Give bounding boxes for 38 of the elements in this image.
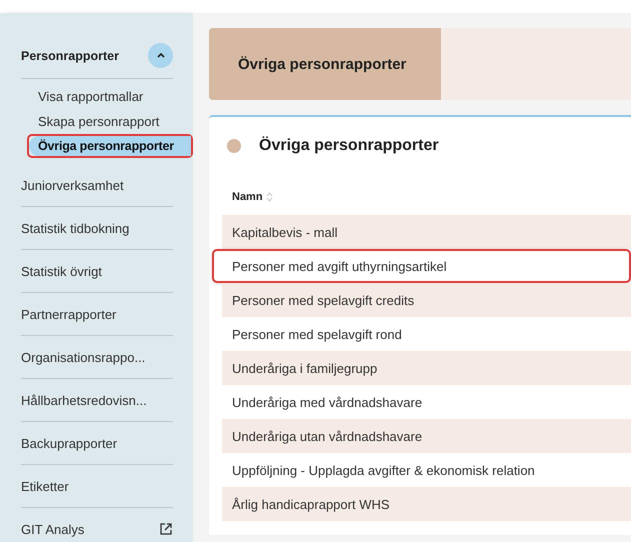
nav-subitem[interactable]: Visa rapportmallar: [29, 86, 191, 107]
table-row[interactable]: Personer med spelavgift credits: [222, 283, 631, 317]
status-dot: [227, 139, 241, 153]
nav-item[interactable]: GIT Analys: [21, 522, 84, 536]
table-cell: Underåriga utan vårdnadshavare: [232, 428, 422, 444]
nav-item[interactable]: Statistik övrigt: [21, 264, 102, 278]
table-row[interactable]: Uppföljning - Upplagda avgifter & ekonomisk relation: [222, 453, 631, 487]
column-header[interactable]: Namn: [232, 191, 263, 203]
nav-item[interactable]: Statistik tidbokning: [21, 220, 130, 236]
nav-item[interactable]: Juniorverksamhet: [21, 178, 124, 192]
table-row[interactable]: Personer med spelavgift rond: [222, 317, 631, 351]
table-cell: Uppföljning - Upplagda avgifter & ekonomisk relation: [232, 462, 535, 478]
table-row[interactable]: Underåriga utan vårdnadshavare: [222, 419, 631, 453]
table-row[interactable]: Underåriga i familjegrupp: [222, 351, 631, 385]
table-row[interactable]: Årlig handicaprapport WHS: [222, 487, 631, 521]
table-cell: Årlig handicaprapport WHS: [232, 496, 390, 512]
nav-item[interactable]: Hållbarhetsredovisn...: [21, 392, 147, 408]
nav-subitem[interactable]: Skapa personrapport: [29, 111, 191, 132]
chevron-icon: [156, 52, 166, 59]
table-cell: Personer med spelavgift credits: [232, 292, 414, 308]
nav-item[interactable]: Etiketter: [21, 478, 69, 494]
table-cell: Underåriga med vårdnadshavare: [232, 394, 422, 410]
table-cell: Personer med avgift uthyrningsartikel: [232, 258, 447, 274]
table-row[interactable]: Underåriga med vårdnadshavare: [222, 385, 631, 419]
collapse-button[interactable]: [148, 43, 173, 68]
external-link-icon: [159, 522, 173, 536]
table-cell: Underåriga i familjegrupp: [232, 360, 378, 376]
nav-item[interactable]: Organisationsrappo...: [21, 350, 146, 364]
table-row[interactable]: Kapitalbevis - mall: [222, 215, 631, 249]
highlighted-row[interactable]: Personer med avgift uthyrningsartikel: [212, 249, 631, 283]
nav-item[interactable]: Partnerrapporter: [21, 306, 116, 322]
table-cell: Kapitalbevis - mall: [232, 224, 338, 240]
card-title: Övriga personrapporter: [259, 137, 439, 155]
nav-group-label[interactable]: Personrapporter: [21, 48, 119, 62]
nav-item[interactable]: Backuprapporter: [21, 436, 118, 450]
table-cell: Personer med spelavgift rond: [232, 326, 402, 342]
page-title: Övriga personrapporter: [238, 56, 406, 72]
nav-subitem[interactable]: Övriga personrapporter: [29, 136, 191, 156]
